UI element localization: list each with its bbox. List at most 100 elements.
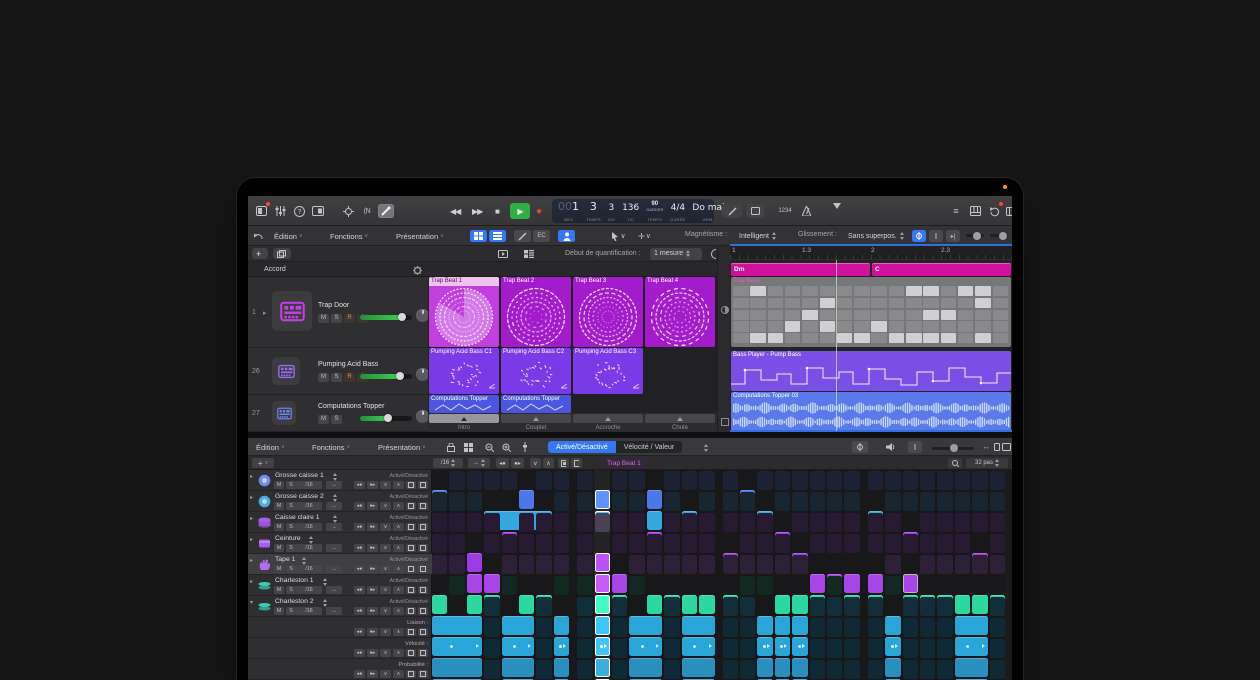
project-library-icon[interactable] <box>253 204 269 218</box>
step-cell[interactable] <box>629 534 644 553</box>
step-cell[interactable] <box>844 534 859 553</box>
step-cell[interactable] <box>484 513 499 532</box>
cell-monitor-icon[interactable] <box>494 248 512 259</box>
pattern-b-button[interactable] <box>418 565 428 573</box>
lane-cell[interactable] <box>612 618 627 637</box>
quantize-dropdown[interactable]: 1 mesure <box>650 248 702 260</box>
media-browser-icon[interactable] <box>1004 204 1012 218</box>
step-cell[interactable] <box>920 597 935 616</box>
step-cell[interactable] <box>972 555 987 574</box>
step-cell[interactable] <box>502 471 517 490</box>
pattern-a-button[interactable] <box>406 544 416 552</box>
step-cell[interactable] <box>885 471 900 490</box>
lane-cell[interactable] <box>536 660 551 679</box>
zoom-in-icon[interactable] <box>499 441 513 453</box>
step-cell[interactable] <box>757 576 772 595</box>
lane-cell[interactable] <box>723 618 738 637</box>
record-enable-button[interactable]: R <box>344 373 355 382</box>
step-cell[interactable] <box>699 534 714 553</box>
mute-button[interactable]: M <box>274 481 284 489</box>
step-cell[interactable] <box>449 492 464 511</box>
step-cell[interactable] <box>885 576 900 595</box>
step-cell[interactable] <box>955 555 970 574</box>
step-cell[interactable] <box>757 555 772 574</box>
volume-knob[interactable] <box>398 313 406 321</box>
solo-button[interactable]: S <box>331 415 342 424</box>
lane-cell[interactable] <box>536 618 551 637</box>
octave-up-button[interactable]: ∧ <box>393 670 404 678</box>
add-row-button[interactable]: +∨ <box>252 458 274 468</box>
step-cell[interactable] <box>519 513 534 532</box>
lane-cell[interactable] <box>937 660 952 679</box>
step-cell[interactable] <box>990 513 1005 532</box>
region-computations-topper[interactable]: Computations Topper 03 <box>731 392 1011 431</box>
liveloops-track-header[interactable]: 26Pumping Acid BassMSRI <box>248 348 428 395</box>
row-dir-dropdown[interactable]: → <box>326 481 342 489</box>
chord-region[interactable]: Dm <box>731 263 870 276</box>
step-cell[interactable] <box>827 597 842 616</box>
pattern-b-button[interactable] <box>418 670 428 678</box>
lane-cell[interactable] <box>810 660 825 679</box>
duplicate-scene-button[interactable] <box>273 248 291 259</box>
kit-piece-icon[interactable] <box>461 441 475 453</box>
step-cell[interactable] <box>844 471 859 490</box>
lane-cell[interactable] <box>920 660 935 679</box>
stepseq-row-header[interactable]: ▸Caisse claire 1Activé/DésactivéMS/16→◂●… <box>248 512 432 533</box>
step-cell[interactable] <box>432 513 447 532</box>
chord-track-row[interactable]: Accord <box>248 262 730 277</box>
pattern-a-button[interactable] <box>406 481 416 489</box>
disclosure-icon[interactable]: ▸ <box>250 473 253 480</box>
step-cell[interactable] <box>595 513 610 532</box>
pattern-a-button[interactable] <box>406 607 416 615</box>
disclosure-icon[interactable]: ▸ <box>250 515 253 522</box>
pattern-a-button[interactable] <box>406 502 416 510</box>
octave-down-button[interactable]: ∨ <box>530 458 541 468</box>
octave-down-button[interactable]: ∨ <box>380 670 391 678</box>
step-cell[interactable] <box>792 492 807 511</box>
lane-cell[interactable] <box>990 639 1005 658</box>
solo-button[interactable]: S <box>286 502 296 510</box>
lane-cell[interactable] <box>827 660 842 679</box>
scene-trigger-button[interactable] <box>429 414 499 423</box>
lane-cell[interactable] <box>844 618 859 637</box>
step-cell[interactable] <box>699 471 714 490</box>
rotate-right-button[interactable]: ●▸ <box>367 523 378 531</box>
step-cell[interactable] <box>577 492 592 511</box>
step-cell[interactable] <box>740 555 755 574</box>
mute-button[interactable]: M <box>274 502 284 510</box>
solo-button[interactable]: S <box>286 565 296 573</box>
play-button[interactable]: ▶ <box>510 203 530 219</box>
step-cell[interactable] <box>536 555 551 574</box>
step-cell[interactable] <box>647 534 662 553</box>
bar-ruler[interactable]: 11.322.3 <box>730 246 1012 260</box>
link-button[interactable]: ▸| <box>946 230 960 242</box>
pointer-tool-dropdown[interactable]: ∨ <box>610 230 627 242</box>
stepseq-row-header[interactable]: ▸Grosse caisse 2Activé/DésactivéMS/16→◂●… <box>248 491 432 512</box>
solo-button[interactable]: S <box>286 523 296 531</box>
rotate-left-button[interactable]: ◂● <box>354 544 365 552</box>
step-cell[interactable] <box>844 597 859 616</box>
loop-cell[interactable]: Trap Beat 2 <box>501 277 571 347</box>
mute-button[interactable]: M <box>274 565 284 573</box>
step-cell[interactable] <box>449 576 464 595</box>
rotate-right-button[interactable]: ●▸ <box>367 628 378 636</box>
width-icon[interactable]: ↔ <box>980 441 992 453</box>
step-cell[interactable] <box>664 555 679 574</box>
rotate-right-button[interactable]: ●▸ <box>511 458 524 468</box>
pane-divider[interactable] <box>717 246 730 432</box>
step-cell[interactable] <box>937 534 952 553</box>
step-cell[interactable] <box>827 576 842 595</box>
step-cell[interactable] <box>810 471 825 490</box>
pattern-b-button[interactable] <box>418 544 428 552</box>
octave-up-button[interactable]: ∧ <box>393 586 404 594</box>
row-div-dropdown[interactable]: /16 <box>296 586 322 594</box>
rotate-right-button[interactable]: ●▸ <box>367 649 378 657</box>
step-cell[interactable] <box>682 534 697 553</box>
step-cell[interactable] <box>554 534 569 553</box>
pattern-b-button[interactable] <box>418 628 428 636</box>
pattern-b-button[interactable] <box>418 586 428 594</box>
lane-cell[interactable] <box>903 660 918 679</box>
step-cell[interactable] <box>467 471 482 490</box>
stop-button[interactable]: ■ <box>495 203 499 219</box>
step-cell[interactable] <box>723 597 738 616</box>
